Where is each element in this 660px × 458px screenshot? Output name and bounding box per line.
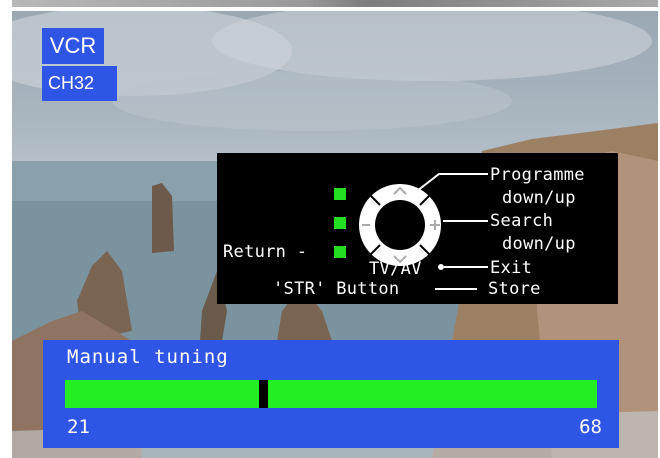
- top-strip: [12, 0, 658, 7]
- exit-label: Exit: [490, 258, 533, 278]
- source-badge: VCR: [42, 28, 104, 64]
- tuning-bar[interactable]: [65, 380, 597, 408]
- tvav-label: TV/AV: [369, 259, 422, 279]
- search-label: Search: [490, 211, 554, 231]
- remote-help-panel: Programme down/up Search down/up Return …: [217, 153, 618, 304]
- search-sublabel: down/up: [502, 234, 576, 254]
- range-min-label: 21: [67, 416, 90, 438]
- str-button-label: 'STR' Button: [273, 279, 400, 299]
- return-label: Return -: [223, 242, 308, 262]
- tuning-title: Manual tuning: [67, 346, 229, 368]
- manual-tuning-panel: Manual tuning 21 68: [43, 340, 619, 448]
- programme-sublabel: down/up: [502, 188, 576, 208]
- store-label: Store: [488, 279, 541, 299]
- channel-badge: CH32: [42, 66, 117, 101]
- range-max-label: 68: [579, 416, 602, 438]
- tuning-marker[interactable]: [259, 380, 268, 408]
- tv-screen: VCR CH32 Programme down/up Search down/u…: [12, 11, 658, 458]
- programme-label: Programme: [490, 165, 585, 185]
